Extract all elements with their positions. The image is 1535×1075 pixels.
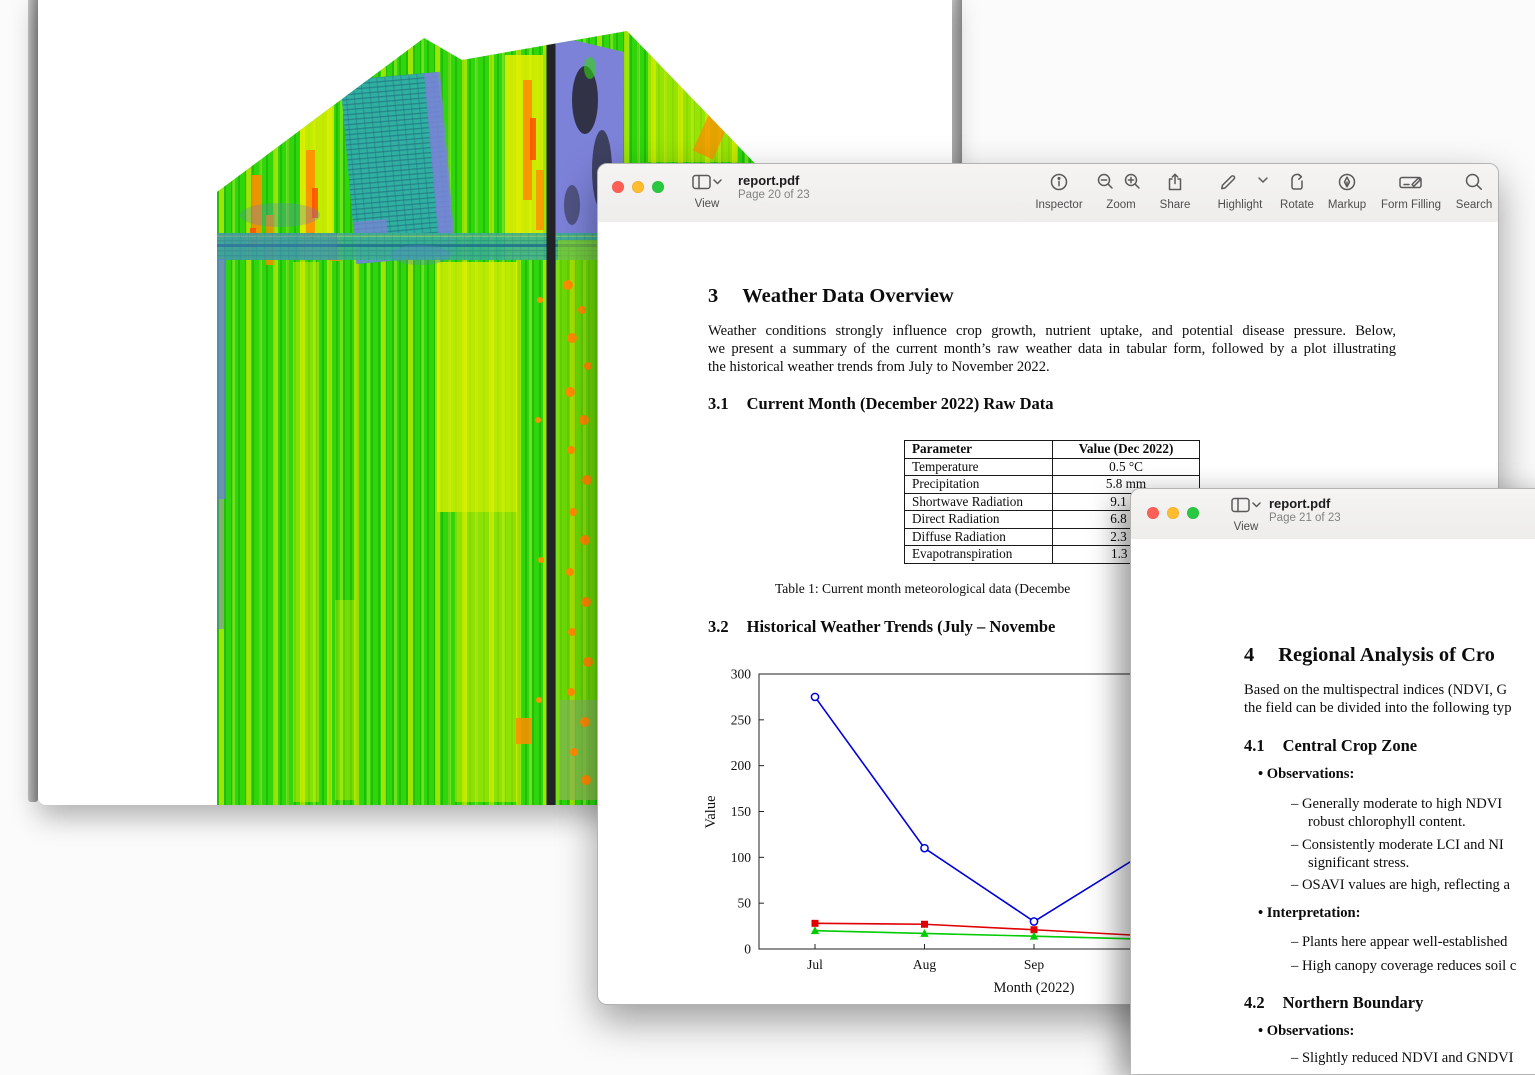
form-filling-button[interactable]: Form Filling	[1376, 173, 1446, 211]
section-heading-4-2: 4.2Northern Boundary	[1244, 993, 1423, 1013]
page-indicator: Page 20 of 23	[738, 189, 810, 201]
svg-text:100: 100	[731, 850, 752, 865]
svg-text:50: 50	[738, 896, 752, 911]
section-heading-4-1: 4.1Central Crop Zone	[1244, 736, 1417, 756]
minimize-button[interactable]	[632, 181, 644, 193]
road	[550, 38, 551, 805]
search-button[interactable]: Search	[1451, 173, 1497, 211]
share-button[interactable]: Share	[1155, 173, 1195, 211]
list-item: significant stress.	[1308, 854, 1409, 872]
list-item: – Slightly reduced NDVI and GNDVI	[1291, 1049, 1514, 1067]
list-item: robust chlorophyll content.	[1308, 813, 1466, 831]
svg-text:300: 300	[731, 667, 752, 682]
close-button[interactable]	[1147, 507, 1159, 519]
highlight-button[interactable]: Highlight	[1205, 173, 1275, 211]
window-titlebar[interactable]: View report.pdf Page 20 of 23 Inspector …	[598, 164, 1498, 223]
observations-label: • Observations:	[1258, 1023, 1354, 1040]
section-heading-4: 4Regional Analysis of Cro	[1244, 644, 1495, 667]
section-4-paragraph: Based on the multispectral indices (NDVI…	[1244, 681, 1512, 717]
svg-text:200: 200	[731, 758, 752, 773]
view-label: View	[684, 198, 730, 210]
svg-text:Aug: Aug	[913, 957, 936, 972]
roadside-strip	[558, 240, 602, 800]
page-indicator: Page 21 of 23	[1269, 512, 1341, 524]
zoom-buttons[interactable]: Zoom	[1095, 173, 1147, 211]
list-item: – Generally moderate to high NDVI	[1291, 795, 1502, 813]
window-title: report.pdf	[738, 173, 810, 188]
view-button[interactable]: View	[684, 174, 730, 210]
preview-window-page21: View report.pdf Page 21 of 23 4Regional …	[1130, 488, 1535, 1075]
highlight-pencil-icon	[1222, 176, 1235, 189]
rotate-icon	[1288, 173, 1306, 191]
markup-button[interactable]: Markup	[1323, 173, 1371, 211]
close-button[interactable]	[612, 181, 624, 193]
svg-text:Sep: Sep	[1024, 957, 1045, 972]
svg-text:150: 150	[731, 804, 752, 819]
observations-label: • Observations:	[1258, 766, 1354, 783]
svg-text:250: 250	[731, 712, 752, 727]
zoom-out-icon	[1099, 175, 1113, 189]
minimize-button[interactable]	[1167, 507, 1179, 519]
background-window-left-edge	[28, 0, 38, 802]
form-filling-icon	[1399, 173, 1423, 191]
zoom-button[interactable]	[652, 181, 664, 193]
zoom-in-icon	[1126, 175, 1140, 189]
svg-text:0: 0	[744, 942, 751, 957]
zoom-button[interactable]	[1187, 507, 1199, 519]
markup-icon	[1338, 173, 1356, 191]
window-titlebar[interactable]: View report.pdf Page 21 of 23	[1131, 489, 1535, 540]
chevron-down-icon	[1259, 178, 1267, 182]
list-item: – OSAVI values are high, reflecting a	[1291, 876, 1510, 894]
sidebar-icon	[1231, 497, 1261, 513]
interpretation-label: • Interpretation:	[1258, 905, 1361, 922]
pdf-page-21[interactable]: 4Regional Analysis of Cro Based on the m…	[1131, 539, 1535, 1074]
rotate-button[interactable]: Rotate	[1275, 173, 1319, 211]
view-label: View	[1223, 521, 1269, 533]
sidebar-icon	[692, 174, 722, 190]
inspector-button[interactable]: Inspector	[1030, 173, 1088, 211]
list-item: – Plants here appear well-established	[1291, 933, 1507, 951]
view-button[interactable]: View	[1223, 497, 1269, 533]
list-item: – High canopy coverage reduces soil c	[1291, 957, 1516, 975]
inspector-icon	[1050, 173, 1068, 191]
svg-text:Value: Value	[703, 795, 719, 828]
share-icon	[1166, 173, 1184, 191]
svg-text:Jul: Jul	[807, 957, 823, 972]
list-item: – Consistently moderate LCI and NI	[1291, 836, 1504, 854]
svg-text:Month (2022): Month (2022)	[994, 980, 1075, 996]
window-title: report.pdf	[1269, 496, 1341, 511]
search-icon	[1465, 173, 1483, 191]
